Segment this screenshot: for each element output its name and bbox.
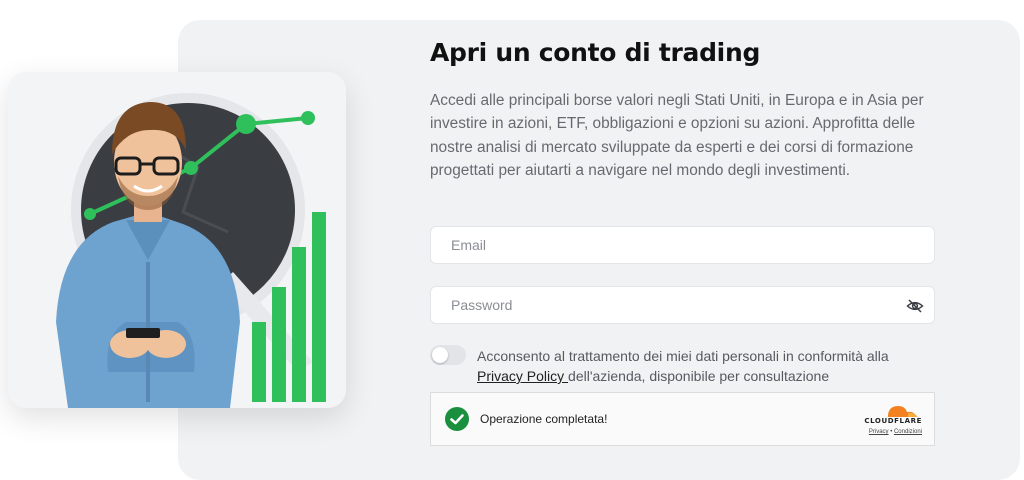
phone [126, 328, 160, 338]
cloudflare-captcha: Operazione completata! CLOUDFLARE Privac… [430, 392, 935, 446]
eye-off-icon[interactable] [906, 297, 924, 315]
intro-text: Accedi alle principali borse valori negl… [430, 92, 924, 180]
email-input[interactable] [431, 227, 934, 263]
consent-text-end: dell'azienda, disponibile per consultazi… [568, 368, 830, 384]
consent-text: Acconsento al trattamento dei miei dati … [477, 346, 927, 386]
trend-point [236, 114, 256, 134]
terms-link[interactable]: Condizioni [894, 429, 922, 435]
cloudflare-brand: CLOUDFLARE [864, 417, 922, 425]
cloudflare-links: Privacy • Condizioni [869, 429, 922, 435]
trend-point [84, 208, 96, 220]
toggle-knob [432, 347, 448, 363]
captcha-status: Operazione completata! [480, 412, 608, 426]
privacy-policy-link[interactable]: Privacy Policy [477, 368, 568, 384]
consent-text-start: Acconsento al trattamento dei miei dati … [477, 348, 889, 364]
consent-toggle[interactable] [430, 345, 466, 365]
trader-illustration [56, 93, 326, 408]
password-input[interactable] [431, 287, 934, 323]
password-field-container [430, 286, 935, 324]
email-field-container [430, 226, 935, 264]
privacy-link[interactable]: Privacy [869, 429, 889, 435]
check-circle-icon [445, 407, 469, 431]
trend-point [301, 111, 315, 125]
hero-illustration [8, 72, 346, 408]
page-title: Apri un conto di trading [430, 38, 761, 67]
trend-point [184, 161, 198, 175]
chart-bar [292, 247, 306, 402]
chart-bar [252, 322, 266, 402]
chart-bar [272, 287, 286, 402]
chart-bar [312, 212, 326, 402]
